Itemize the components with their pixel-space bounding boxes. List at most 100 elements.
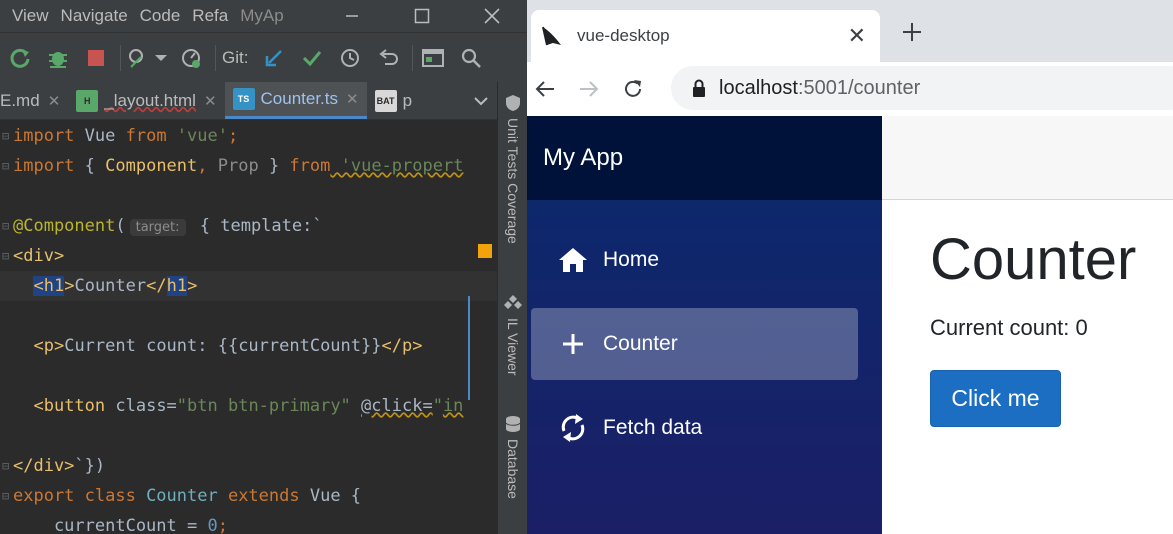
code-token: export class <box>13 486 147 506</box>
ide-toolbar: Git: <box>0 32 527 82</box>
code-token: > <box>64 276 75 296</box>
maximize-icon[interactable] <box>404 0 440 32</box>
code-token: } <box>258 156 290 176</box>
il-viewer-tab[interactable]: IL Viewer <box>502 294 524 376</box>
stop-icon[interactable] <box>82 43 110 73</box>
browser-tab-title: vue-desktop <box>577 26 670 45</box>
code-token: @Component <box>13 216 116 236</box>
code-token: < <box>33 276 44 296</box>
url-host: localhost <box>719 76 798 99</box>
search-icon[interactable] <box>457 43 485 73</box>
close-tab-icon[interactable]: ✕ <box>848 23 866 49</box>
browser-tabstrip: vue-desktop ✕ <box>527 0 1173 62</box>
database-icon <box>505 416 521 432</box>
code-line: ⊟ export class Counter extends Vue { <box>0 481 497 511</box>
toolbar-separator <box>412 44 414 71</box>
tab-counter-ts[interactable]: TS Counter.ts ✕ <box>224 82 367 119</box>
tabs-overflow-icon[interactable] <box>465 82 497 119</box>
ide-window: View Navigate Code Refa MyAp Git: E.md ✕… <box>0 0 527 534</box>
address-bar[interactable]: localhost:5001/counter <box>671 66 1173 110</box>
code-editor[interactable]: ⊟ import Vue from 'vue'; ⊟ import { Comp… <box>0 121 497 534</box>
nav-item-home[interactable]: Home <box>531 224 858 296</box>
tab-bat-file[interactable]: BAT p <box>367 82 420 119</box>
code-token: ; <box>217 516 228 534</box>
web-page: My App Home Counter Fetch data Counter C… <box>527 116 1173 534</box>
code-token: `}) <box>74 456 106 476</box>
fold-icon[interactable]: ⊟ <box>2 151 12 181</box>
git-label: Git: <box>222 47 249 67</box>
app-sidebar: My App Home Counter Fetch data <box>527 116 882 534</box>
fold-icon[interactable]: ⊟ <box>2 241 12 271</box>
fold-icon[interactable]: ⊟ <box>2 121 12 151</box>
editor-tabs: E.md ✕ H _layout.html ✕ TS Counter.ts ✕ … <box>0 82 497 120</box>
code-token: </p> <box>381 336 423 356</box>
code-token: > <box>187 276 198 296</box>
build-config-icon[interactable] <box>127 43 167 73</box>
unit-tests-coverage-tab[interactable]: Unit Tests Coverage <box>502 94 524 244</box>
nav-label: Counter <box>603 332 678 355</box>
git-rollback-icon[interactable] <box>374 43 402 73</box>
git-history-icon[interactable] <box>336 43 364 73</box>
code-token: <div> <box>13 246 65 266</box>
shield-icon <box>506 95 520 111</box>
html-file-icon: H <box>76 89 99 112</box>
code-token: in <box>442 396 464 416</box>
browser-window: vue-desktop ✕ localhost:5001/counter My… <box>527 0 1173 534</box>
fold-icon[interactable]: ⊟ <box>2 451 12 481</box>
fold-icon[interactable]: ⊟ <box>2 211 12 241</box>
fold-icon[interactable]: ⊟ <box>2 481 12 511</box>
toolbar-separator <box>120 44 121 71</box>
click-me-button[interactable]: Click me <box>930 370 1061 427</box>
close-tab-icon[interactable]: ✕ <box>204 92 217 110</box>
nav-item-counter[interactable]: Counter <box>531 308 858 380</box>
debug-icon[interactable] <box>44 43 72 73</box>
code-token: Counter <box>74 276 147 296</box>
code-line: ⊟ @Component(target: { template:` <box>0 211 497 241</box>
menu-navigate[interactable]: Navigate <box>61 6 128 26</box>
tab-label: _layout.html <box>104 90 196 110</box>
database-tab[interactable]: Database <box>502 415 524 499</box>
git-commit-icon[interactable] <box>298 43 326 73</box>
menu-refactor[interactable]: Refa <box>192 6 228 26</box>
tab-readme[interactable]: E.md ✕ <box>0 82 68 119</box>
back-arrow-icon[interactable] <box>523 67 567 111</box>
forward-arrow-icon[interactable] <box>567 67 611 111</box>
close-tab-icon[interactable]: ✕ <box>48 92 61 110</box>
code-token: import <box>13 126 75 146</box>
code-token: currentCount = <box>13 516 208 534</box>
top-row <box>882 116 1173 200</box>
git-update-icon[interactable] <box>260 43 288 73</box>
terminal-icon[interactable] <box>419 43 447 73</box>
code-line: <button class="btn btn-primary" @click="… <box>0 391 497 421</box>
site-favicon-icon <box>542 26 561 46</box>
url-path: :5001/counter <box>797 76 921 99</box>
code-token: </ <box>146 276 167 296</box>
code-line: ⊟ import Vue from 'vue'; <box>0 121 497 151</box>
code-line: <p>Current count: {{currentCount}}</p> <box>0 331 497 361</box>
close-window-icon[interactable] <box>474 0 510 32</box>
minimize-icon[interactable] <box>334 0 370 32</box>
code-token: h1 <box>166 276 188 296</box>
profiler-icon[interactable] <box>177 43 205 73</box>
menu-code[interactable]: Code <box>140 6 181 26</box>
page-title: Counter <box>930 227 1137 292</box>
code-token: from <box>289 156 331 176</box>
nav-label: Fetch data <box>603 416 703 439</box>
ide-app-title: MyAp <box>240 6 284 25</box>
code-token: from <box>125 126 167 146</box>
code-token: 'vue-propert <box>330 156 464 176</box>
close-tab-icon[interactable]: ✕ <box>346 90 359 108</box>
new-tab-icon[interactable] <box>901 18 923 50</box>
menu-view[interactable]: View <box>12 6 49 26</box>
browser-tab[interactable]: vue-desktop ✕ <box>531 10 880 62</box>
app-brand[interactable]: My App <box>543 144 623 172</box>
code-line-current: <h1>Counter</h1> <box>0 271 497 301</box>
reload-icon[interactable] <box>611 67 655 111</box>
nav-item-fetch-data[interactable]: Fetch data <box>531 392 858 464</box>
nav-label: Home <box>603 248 660 271</box>
tab-layout-html[interactable]: H _layout.html ✕ <box>68 82 224 119</box>
code-token: ( <box>115 216 126 236</box>
home-icon <box>555 242 591 278</box>
rerun-icon[interactable] <box>6 43 34 73</box>
code-token: @click= <box>361 396 433 416</box>
